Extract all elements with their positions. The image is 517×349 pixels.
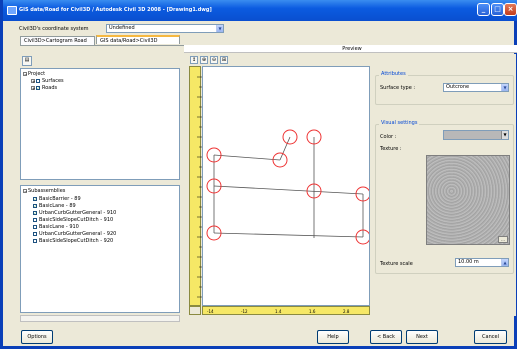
cursor-icon[interactable]: ↕ bbox=[190, 56, 198, 64]
vertical-ruler bbox=[189, 66, 202, 306]
ruler-tick-label: -14 bbox=[207, 309, 214, 314]
coordinate-system-label: Civil3D's coordinate system bbox=[19, 26, 89, 32]
ruler-corner bbox=[189, 306, 201, 315]
tree-root-subassemblies[interactable]: −Subassemblies bbox=[23, 188, 65, 194]
collapse-icon[interactable]: − bbox=[23, 188, 27, 193]
zoom-extents-icon[interactable]: ⊞ bbox=[220, 56, 228, 64]
subassembly-item[interactable]: BasicSideSlopeCutDitch - 920 bbox=[33, 238, 113, 244]
next-button[interactable]: Next bbox=[406, 330, 438, 344]
texture-scale-input[interactable]: 10.00 m ▲ bbox=[455, 258, 509, 267]
ruler-tick-label: 1.4 bbox=[275, 309, 282, 314]
subassembly-item[interactable]: ✓ BasicLane - 89 bbox=[33, 203, 76, 209]
checkbox-icon[interactable] bbox=[33, 238, 37, 243]
expand-icon[interactable]: + bbox=[31, 78, 35, 83]
preview-label: Preview bbox=[342, 46, 362, 52]
tree-item-roads[interactable]: + ✓ Roads bbox=[31, 85, 57, 91]
zoom-in-icon[interactable]: ⊕ bbox=[200, 56, 208, 64]
coordinate-system-value: Undefined bbox=[109, 25, 135, 31]
title-bar[interactable]: GIS data/Road for Civil3D / Autodesk Civ… bbox=[3, 0, 517, 21]
subassembly-item[interactable]: BasicSideSlopeCutDitch - 910 bbox=[33, 217, 113, 223]
checkbox-icon[interactable]: ✓ bbox=[33, 210, 37, 215]
back-button[interactable]: < Back bbox=[370, 330, 402, 344]
subassemblies-tree[interactable]: −Subassemblies ✓ BasicBarrier - 89 ✓ Basic… bbox=[20, 185, 180, 313]
chevron-down-icon[interactable]: ▼ bbox=[216, 25, 223, 32]
color-label: Color : bbox=[380, 134, 397, 140]
coordinate-system-select[interactable]: Undefined ▼ bbox=[106, 24, 224, 33]
browse-texture-icon[interactable]: … bbox=[498, 236, 508, 243]
preview-header: Preview bbox=[184, 45, 517, 53]
tree-root-project[interactable]: −Project bbox=[23, 71, 45, 77]
subassembly-item[interactable]: UrbanCurbGutterGeneral - 920 bbox=[33, 231, 116, 237]
color-picker[interactable]: ▼ bbox=[443, 130, 509, 140]
application-window: GIS data/Road for Civil3D / Autodesk Civ… bbox=[0, 0, 517, 349]
subassembly-item[interactable]: BasicLane - 910 bbox=[33, 224, 79, 230]
vertical-ruler-ticks bbox=[197, 76, 202, 298]
visual-settings-group-title: Visual settings bbox=[379, 120, 420, 126]
subassembly-item[interactable]: ✓ BasicBarrier - 89 bbox=[33, 196, 81, 202]
texture-scale-label: Texture scale bbox=[380, 261, 413, 267]
checkbox-icon[interactable]: ✓ bbox=[36, 85, 40, 90]
spinner-icon[interactable]: ▲ bbox=[501, 259, 508, 266]
maximize-button[interactable]: □ bbox=[491, 3, 504, 16]
texture-scale-value: 10.00 m bbox=[458, 259, 479, 265]
checkbox-icon[interactable]: ✓ bbox=[33, 203, 37, 208]
texture-preview[interactable]: … bbox=[426, 155, 510, 245]
minimize-button[interactable]: _ bbox=[477, 3, 490, 16]
surface-type-label: Surface type : bbox=[380, 85, 416, 91]
road-preview-drawing[interactable] bbox=[203, 67, 371, 305]
ruler-tick-label: 2.8 bbox=[343, 309, 350, 314]
window-title: GIS data/Road for Civil3D / Autodesk Civ… bbox=[19, 7, 212, 13]
app-icon bbox=[7, 6, 17, 15]
zoom-out-icon[interactable]: ⊖ bbox=[210, 56, 218, 64]
surface-type-select[interactable]: Outcrone ▼ bbox=[443, 83, 509, 92]
texture-label: Texture : bbox=[380, 146, 402, 152]
project-tree[interactable]: −Project + Surfaces + ✓ Roads bbox=[20, 68, 180, 180]
horizontal-scrollbar[interactable] bbox=[20, 315, 180, 322]
checkbox-icon[interactable] bbox=[36, 78, 40, 83]
close-button[interactable]: × bbox=[504, 3, 517, 16]
checkbox-icon[interactable]: ✓ bbox=[33, 196, 37, 201]
options-button[interactable]: Options bbox=[21, 330, 53, 344]
preview-canvas[interactable] bbox=[202, 66, 371, 306]
chevron-down-icon[interactable]: ▼ bbox=[501, 84, 508, 91]
checkbox-icon[interactable] bbox=[33, 224, 37, 229]
collapse-icon[interactable]: − bbox=[23, 71, 27, 76]
tab-civil3d-to-road[interactable]: Civil3D>Cartogram Road bbox=[20, 36, 95, 45]
tree-item-surfaces[interactable]: + Surfaces bbox=[31, 78, 64, 84]
ruler-tick-label: -12 bbox=[241, 309, 248, 314]
chevron-down-icon[interactable]: ▼ bbox=[501, 131, 508, 139]
attributes-group-title: Attributes bbox=[379, 71, 408, 77]
horizontal-ruler: -14 -12 1.4 1.6 2.8 bbox=[202, 306, 370, 315]
help-button[interactable]: Help bbox=[317, 330, 349, 344]
ruler-tick-label: 1.6 bbox=[309, 309, 316, 314]
surface-type-value: Outcrone bbox=[446, 84, 470, 90]
tab-gis-to-civil3d[interactable]: GIS data/Road>Civil3D bbox=[96, 35, 180, 44]
folder-icon[interactable]: ▤ bbox=[22, 56, 32, 66]
checkbox-icon[interactable] bbox=[33, 231, 37, 236]
subassembly-item[interactable]: ✓ UrbanCurbGutterGeneral - 910 bbox=[33, 210, 116, 216]
expand-icon[interactable]: + bbox=[31, 85, 35, 90]
cancel-button[interactable]: Cancel bbox=[474, 330, 507, 344]
checkbox-icon[interactable] bbox=[33, 217, 37, 222]
